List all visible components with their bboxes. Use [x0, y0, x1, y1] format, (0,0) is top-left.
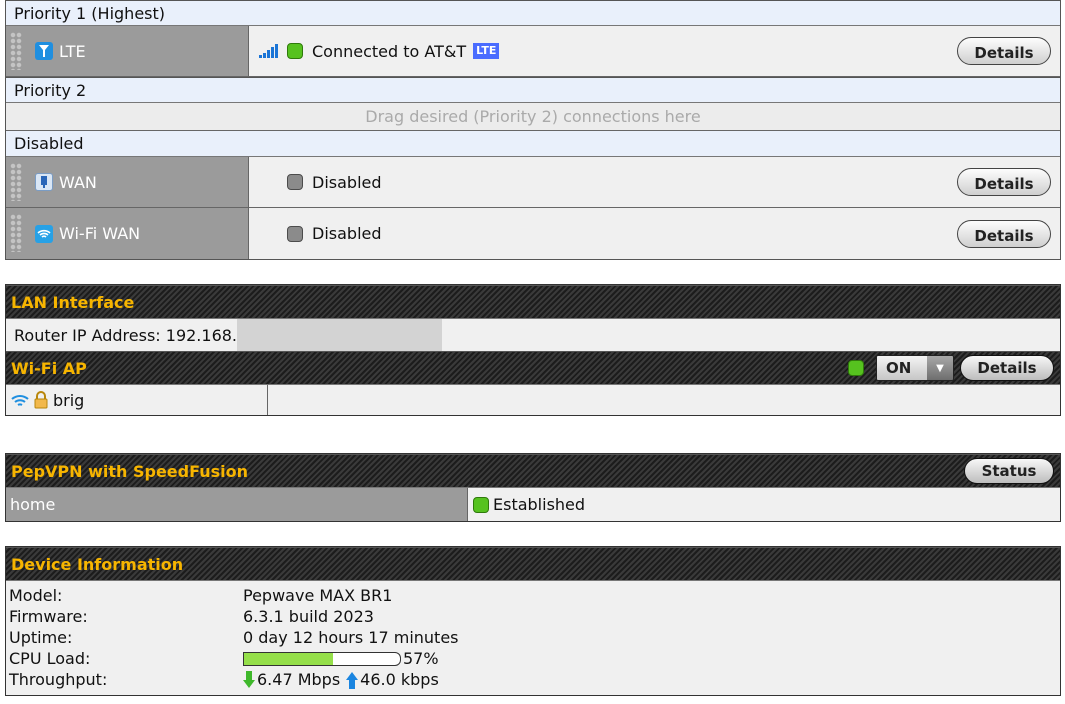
lte-details-button[interactable]: Details	[957, 37, 1051, 65]
wifi-ap-header: Wi-Fi AP ON ▼ Details	[6, 351, 1060, 384]
wifi-ap-toggle-select[interactable]: ON ▼	[876, 355, 954, 381]
status-led-icon	[473, 496, 489, 513]
wan-details-button[interactable]: Details	[957, 168, 1051, 196]
pepvpn-status-button[interactable]: Status	[964, 458, 1054, 484]
wan-status-text: Disabled	[312, 172, 382, 192]
chevron-down-icon[interactable]: ▼	[927, 356, 953, 380]
signal-strength-icon	[259, 44, 278, 58]
wan-status-text: Connected to AT&T	[312, 41, 467, 61]
info-value: 6.3.1 build 2023	[243, 607, 374, 626]
status-led-icon	[287, 43, 303, 59]
upload-arrow-icon	[346, 671, 359, 689]
ssid-name: brig	[53, 390, 85, 410]
dashboard: Priority 1 (Highest) LTE Connected to AT…	[0, 0, 1065, 704]
pepvpn-header: PepVPN with SpeedFusion Status	[6, 454, 1060, 487]
ssid-cell: brig	[6, 385, 268, 415]
wifi-ap-details-button[interactable]: Details	[960, 355, 1054, 381]
router-ip-row: Router IP Address: 192.168.	[6, 318, 1060, 352]
lan-title-text: LAN Interface	[11, 292, 135, 312]
info-row-uptime: Uptime: 0 day 12 hours 17 minutes	[9, 627, 1060, 648]
info-label: Model:	[9, 586, 63, 605]
wifi-ap-toggle-value: ON	[877, 356, 927, 380]
status-led-icon	[287, 225, 303, 242]
wifi-ap-title: Wi-Fi AP	[11, 358, 87, 378]
pepvpn-title: PepVPN with SpeedFusion	[11, 461, 249, 481]
info-row-firmware: Firmware: 6.3.1 build 2023	[9, 606, 1060, 627]
router-ip-label: Router IP Address: 192.168.	[14, 325, 238, 345]
wifi-wan-details-button[interactable]: Details	[957, 219, 1051, 248]
drag-handle-icon[interactable]	[10, 32, 22, 70]
wifi-icon	[35, 224, 53, 243]
lan-section: LAN Interface Router IP Address: 192.168…	[5, 284, 1061, 416]
redacted-ip-block	[237, 318, 443, 352]
wifi-ap-ssid-row: brig	[6, 384, 1060, 415]
disabled-header: Disabled	[6, 131, 1060, 157]
device-info-title: Device Information	[11, 554, 184, 574]
info-row-throughput: Throughput: 6.47 Mbps 46.0 kbps	[9, 669, 1060, 690]
info-value: Pepwave MAX BR1	[243, 586, 393, 605]
pepvpn-status-text: Established	[493, 495, 586, 514]
wifi-icon	[11, 395, 29, 406]
wan-name-label: Wi-Fi WAN	[59, 224, 141, 243]
wan-status-cell: Disabled Details	[249, 208, 1060, 259]
wan-status-cell: Disabled Details	[249, 157, 1060, 207]
wan-row-lte[interactable]: LTE Connected to AT&T LTE Details	[6, 26, 1060, 77]
info-row-cpu: CPU Load: 57%	[9, 648, 1060, 669]
cpu-load-bar	[243, 651, 401, 666]
pepvpn-status-cell: Established	[468, 495, 585, 514]
wan-name-cell[interactable]: Wi-Fi WAN	[6, 208, 249, 259]
lock-icon	[34, 391, 48, 409]
device-info-header: Device Information	[6, 547, 1060, 580]
drag-handle-icon[interactable]	[10, 163, 22, 201]
upload-rate: 46.0 kbps	[360, 670, 439, 689]
priority-2-drop-zone[interactable]: Drag desired (Priority 2) connections he…	[6, 103, 1060, 131]
wan-name-cell[interactable]: LTE	[6, 26, 249, 76]
priority-1-header: Priority 1 (Highest)	[6, 0, 1060, 26]
wan-name-label: WAN	[59, 172, 97, 192]
priority-2-header: Priority 2	[6, 77, 1060, 103]
download-arrow-icon	[243, 670, 255, 688]
wan-connection-table: Priority 1 (Highest) LTE Connected to AT…	[5, 0, 1061, 260]
info-row-model: Model: Pepwave MAX BR1	[9, 585, 1060, 606]
pepvpn-profile-row: home Established	[6, 487, 1060, 521]
info-value: 0 day 12 hours 17 minutes	[243, 628, 459, 647]
info-label: Firmware:	[9, 607, 88, 626]
info-label: CPU Load:	[9, 649, 91, 668]
cellular-icon	[35, 42, 53, 60]
cpu-load-text: 57%	[403, 649, 439, 668]
wan-row-wifi-wan[interactable]: Wi-Fi WAN Disabled Details	[6, 208, 1060, 259]
device-info-grid: Model: Pepwave MAX BR1 Firmware: 6.3.1 b…	[6, 580, 1060, 695]
cpu-load-fill	[244, 652, 333, 665]
device-info-section: Device Information Model: Pepwave MAX BR…	[5, 546, 1061, 696]
lan-section-title: LAN Interface	[6, 285, 1060, 318]
status-led-icon	[287, 174, 303, 190]
wan-name-cell[interactable]: WAN	[6, 157, 249, 207]
info-label: Uptime:	[9, 628, 73, 647]
download-rate: 6.47 Mbps	[257, 670, 341, 689]
ethernet-icon	[35, 173, 53, 191]
pepvpn-section: PepVPN with SpeedFusion Status home Esta…	[5, 453, 1061, 522]
wan-name-label: LTE	[59, 41, 86, 61]
drag-handle-icon[interactable]	[10, 214, 22, 252]
wan-status-text: Disabled	[312, 224, 382, 243]
lte-badge: LTE	[473, 43, 500, 59]
pepvpn-profile-name[interactable]: home	[6, 488, 468, 521]
wan-row-wan[interactable]: WAN Disabled Details	[6, 157, 1060, 208]
wan-status-cell: Connected to AT&T LTE Details	[249, 26, 1060, 76]
wifi-ap-status-led-icon	[848, 360, 864, 376]
info-label: Throughput:	[9, 670, 108, 689]
